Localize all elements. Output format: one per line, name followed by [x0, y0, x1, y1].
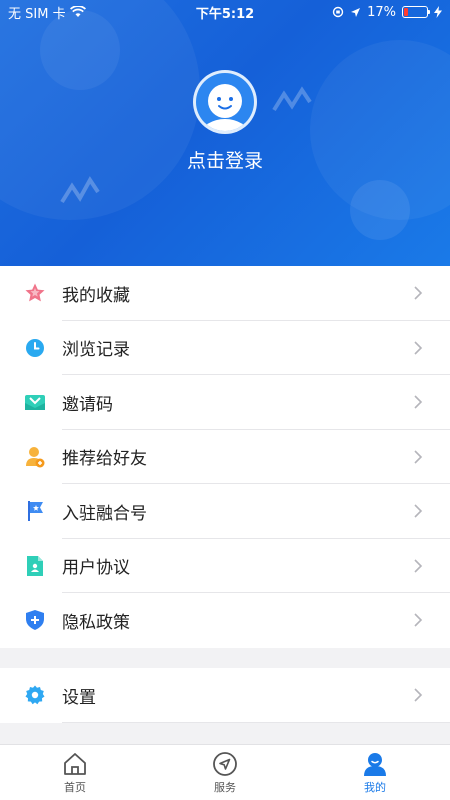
- menu-item-favorites[interactable]: 我的收藏: [0, 266, 450, 321]
- chevron-right-icon: [414, 504, 423, 518]
- menu-item-join[interactable]: 入驻融合号: [0, 484, 450, 539]
- menu-item-invite-code[interactable]: 邀请码: [0, 375, 450, 430]
- gear-icon: [24, 684, 46, 706]
- chevron-right-icon: [414, 559, 423, 573]
- zigzag-decoration: [272, 86, 312, 112]
- battery-percent: 17%: [367, 4, 396, 20]
- menu-item-label: 浏览记录: [62, 340, 130, 361]
- chevron-right-icon: [414, 286, 423, 300]
- avatar-face-icon: [201, 84, 249, 131]
- document-icon: [24, 555, 46, 577]
- menu-list: 我的收藏 浏览记录 邀请码 推荐给好友 入驻融合号 用户协议 隐私政策: [0, 266, 450, 648]
- menu-item-privacy-policy[interactable]: 隐私政策: [0, 593, 450, 648]
- menu-item-label: 我的收藏: [62, 285, 130, 306]
- home-icon: [64, 752, 86, 775]
- header-decoration: [350, 180, 410, 240]
- tab-mine[interactable]: 我的: [300, 745, 450, 800]
- chevron-right-icon: [414, 395, 423, 409]
- tab-label: 服务: [214, 780, 236, 794]
- menu-item-label: 隐私政策: [62, 612, 130, 633]
- clock-icon: [24, 337, 46, 359]
- tab-home[interactable]: 首页: [0, 745, 150, 800]
- menu-item-history[interactable]: 浏览记录: [0, 321, 450, 375]
- orientation-lock-icon: [332, 6, 344, 18]
- profile-header: 无 SIM 卡 下午5:12 17% 点击登录: [0, 0, 450, 266]
- battery-icon: [402, 6, 430, 18]
- menu-item-label: 用户协议: [62, 558, 130, 579]
- flag-icon: [24, 500, 46, 522]
- zigzag-decoration: [60, 176, 100, 204]
- menu-item-recommend[interactable]: 推荐给好友: [0, 430, 450, 484]
- envelope-icon: [24, 391, 46, 413]
- chevron-right-icon: [414, 688, 423, 702]
- menu-item-label: 邀请码: [62, 394, 113, 415]
- chevron-right-icon: [414, 613, 423, 627]
- tab-bar: 首页 服务 我的: [0, 744, 450, 800]
- location-icon: [351, 7, 361, 17]
- menu-item-user-agreement[interactable]: 用户协议: [0, 539, 450, 593]
- tab-label: 我的: [364, 780, 386, 794]
- chevron-right-icon: [414, 341, 423, 355]
- navigation-icon: [213, 751, 237, 776]
- charging-icon: [434, 6, 442, 18]
- tab-label: 首页: [64, 780, 86, 794]
- star-icon: [24, 282, 46, 304]
- tab-services[interactable]: 服务: [150, 745, 300, 800]
- avatar[interactable]: [193, 70, 257, 134]
- status-bar: 无 SIM 卡 下午5:12 17%: [0, 0, 450, 24]
- menu-item-label: 入驻融合号: [62, 503, 147, 524]
- menu-item-settings[interactable]: 设置: [0, 668, 450, 723]
- menu-item-label: 设置: [62, 687, 96, 708]
- shield-icon: [24, 609, 46, 631]
- menu-item-label: 推荐给好友: [62, 449, 147, 470]
- chevron-right-icon: [414, 450, 423, 464]
- add-user-icon: [24, 446, 46, 468]
- user-icon: [364, 752, 386, 776]
- settings-section: 设置: [0, 668, 450, 723]
- login-button[interactable]: 点击登录: [0, 146, 450, 173]
